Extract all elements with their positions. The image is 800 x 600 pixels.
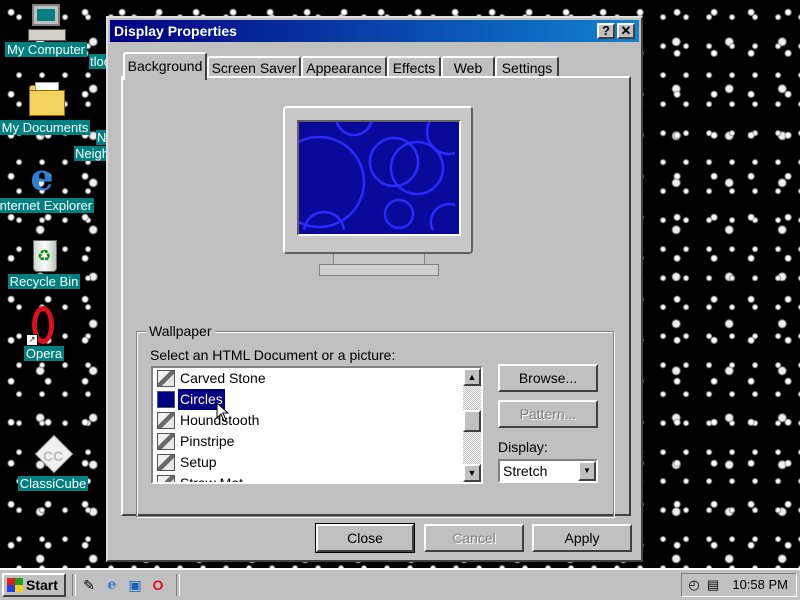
windows-logo-icon bbox=[7, 578, 23, 592]
wallpaper-list[interactable]: Carved Stone Circles Houndstooth Pinstri… bbox=[151, 366, 483, 484]
shortcut-arrow-icon: ↗ bbox=[26, 334, 38, 346]
taskbar-separator bbox=[176, 574, 180, 596]
mouse-pointer-icon bbox=[216, 402, 230, 422]
classicube-icon: CC bbox=[33, 434, 74, 476]
tab-settings[interactable]: Settings bbox=[495, 56, 559, 78]
internet-explorer-icon: e bbox=[30, 157, 54, 199]
desktop-icon-label: My Computer bbox=[4, 42, 88, 57]
taskbar-separator bbox=[72, 574, 76, 596]
help-button[interactable]: ? bbox=[597, 23, 615, 39]
tray-schedule-icon[interactable]: ◴ bbox=[685, 576, 703, 594]
quicklaunch-notepad-icon[interactable]: ✎ bbox=[80, 576, 98, 594]
opera-icon: ↗ bbox=[24, 306, 64, 346]
quicklaunch-opera-icon[interactable]: O bbox=[149, 576, 167, 594]
wallpaper-group-title: Wallpaper bbox=[146, 323, 215, 339]
tab-web[interactable]: Web bbox=[441, 56, 495, 78]
wallpaper-file-icon bbox=[157, 433, 175, 450]
desktop-icon-label: Opera bbox=[23, 346, 65, 361]
title-bar[interactable]: Display Properties ? ✕ bbox=[110, 20, 639, 42]
tab-appearance[interactable]: Appearance bbox=[301, 56, 387, 78]
tab-background[interactable]: Background bbox=[123, 52, 207, 80]
scroll-up-arrow-icon[interactable]: ▲ bbox=[463, 368, 481, 386]
close-button[interactable]: Close bbox=[315, 523, 415, 553]
close-window-button[interactable]: ✕ bbox=[617, 23, 635, 39]
folder-icon bbox=[25, 80, 65, 120]
scroll-thumb[interactable] bbox=[463, 410, 481, 432]
tab-screen-saver[interactable]: Screen Saver bbox=[207, 56, 301, 78]
clock[interactable]: 10:58 PM bbox=[732, 577, 788, 592]
wallpaper-file-icon bbox=[157, 370, 175, 387]
display-mode-select[interactable]: Stretch ▼ bbox=[498, 459, 598, 483]
pattern-button: Pattern... bbox=[498, 400, 598, 428]
desktop-icon-classicube[interactable]: CC ClassiCube bbox=[5, 434, 101, 491]
browse-button[interactable]: Browse... bbox=[498, 364, 598, 392]
quicklaunch-desktop-icon[interactable]: ▣ bbox=[126, 576, 144, 594]
taskbar: Start ✎ e ▣ O ◴ ▤ 10:58 PM bbox=[0, 568, 800, 600]
desktop-icon-label: Internet Explorer bbox=[0, 198, 95, 213]
list-scrollbar[interactable]: ▲ ▼ bbox=[463, 368, 481, 482]
wallpaper-file-icon bbox=[157, 412, 175, 429]
tray-network-icon[interactable]: ▤ bbox=[704, 576, 722, 594]
desktop-icon-my-computer[interactable]: My Computer bbox=[0, 2, 94, 57]
desktop-icon-internet-explorer[interactable]: e Internet Explorer bbox=[0, 157, 95, 213]
computer-icon bbox=[26, 2, 66, 42]
wallpaper-file-icon bbox=[157, 454, 175, 471]
wallpaper-file-icon bbox=[157, 475, 175, 482]
desktop-icon-opera[interactable]: ↗ Opera bbox=[0, 306, 92, 361]
quicklaunch-ie-icon[interactable]: e bbox=[103, 576, 121, 594]
tab-effects[interactable]: Effects bbox=[387, 56, 441, 78]
scroll-down-arrow-icon[interactable]: ▼ bbox=[463, 464, 481, 482]
chevron-down-icon[interactable]: ▼ bbox=[578, 461, 596, 481]
desktop-icon-recycle-bin[interactable]: Recycle Bin bbox=[0, 234, 92, 289]
display-label: Display: bbox=[498, 439, 548, 455]
display-properties-dialog: Display Properties ? ✕ Background Screen… bbox=[106, 16, 643, 562]
wallpaper-prompt: Select an HTML Document or a picture: bbox=[150, 347, 396, 363]
desktop-icon-my-documents[interactable]: My Documents bbox=[0, 80, 93, 135]
dialog-title: Display Properties bbox=[114, 23, 237, 39]
desktop-icon-label: Recycle Bin bbox=[7, 274, 81, 289]
wallpaper-preview bbox=[297, 120, 461, 236]
desktop-icon-label: My Documents bbox=[0, 120, 91, 135]
apply-button[interactable]: Apply bbox=[532, 524, 632, 552]
wallpaper-file-icon bbox=[157, 391, 175, 408]
desktop-icon-label: ClassiCube bbox=[17, 476, 89, 491]
circles-wallpaper-preview bbox=[299, 122, 459, 234]
system-tray: ◴ ▤ 10:58 PM bbox=[681, 573, 797, 597]
monitor-preview bbox=[283, 106, 473, 254]
recycle-bin-icon bbox=[24, 234, 64, 274]
start-button[interactable]: Start bbox=[2, 573, 66, 597]
cancel-button: Cancel bbox=[424, 524, 524, 552]
monitor-base bbox=[319, 264, 439, 276]
